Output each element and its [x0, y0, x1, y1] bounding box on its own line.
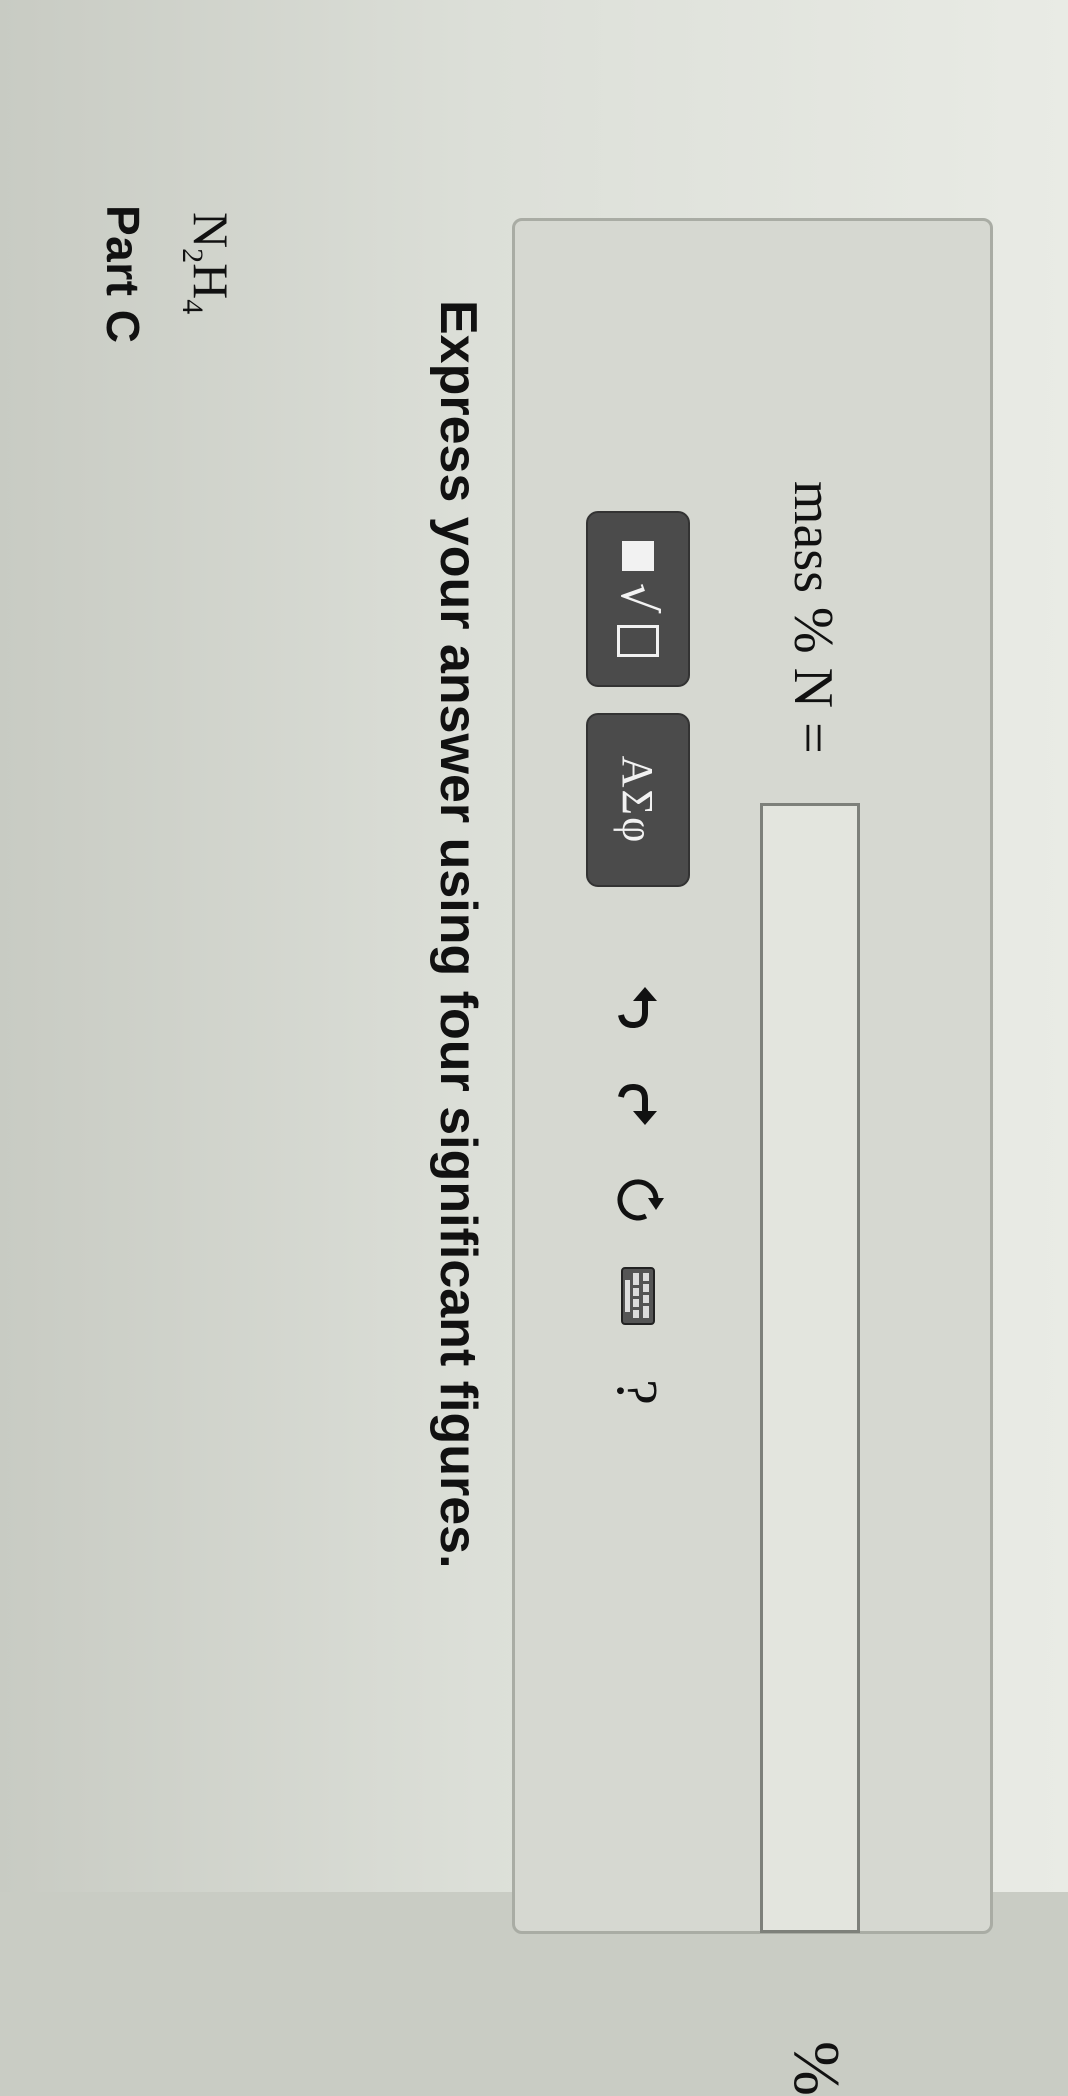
- undo-icon: [618, 987, 657, 1029]
- formula-element-symbol: N: [183, 212, 239, 249]
- answer-panel: √ ΑΣφ ? mass % N = %: [512, 218, 993, 2096]
- redo-icon: [618, 1083, 657, 1125]
- greek-letters-button[interactable]: ΑΣφ: [586, 713, 690, 887]
- help-button[interactable]: ?: [603, 1357, 673, 1427]
- part-title: Part C: [97, 205, 149, 344]
- reset-button[interactable]: [603, 1165, 673, 1235]
- chemical-formula: N2H4: [175, 212, 240, 314]
- math-toolbar: √ ΑΣφ ?: [586, 511, 690, 1427]
- formula-element-subscript: 4: [176, 299, 209, 315]
- templates-button[interactable]: √: [586, 511, 690, 687]
- formula-element-subscript: 2: [176, 248, 209, 264]
- formula-element-symbol: H: [183, 263, 239, 300]
- undo-button[interactable]: [603, 973, 673, 1043]
- part-c-stage: Part C N2H4 Express your answer using fo…: [0, 0, 1068, 2096]
- greek-letters-icon: ΑΣφ: [613, 755, 663, 845]
- unit-label: %: [780, 2041, 853, 2096]
- keyboard-icon: [621, 1267, 655, 1325]
- instruction-text: Express your answer using four significa…: [429, 300, 487, 1569]
- reset-icon: [617, 1179, 664, 1221]
- redo-button[interactable]: [603, 1069, 673, 1139]
- help-icon: ?: [605, 1379, 671, 1405]
- templates-icon: √: [610, 540, 666, 658]
- keyboard-button[interactable]: [603, 1261, 673, 1331]
- answer-label: mass % N =: [782, 481, 844, 754]
- mass-percent-input[interactable]: [760, 803, 860, 1933]
